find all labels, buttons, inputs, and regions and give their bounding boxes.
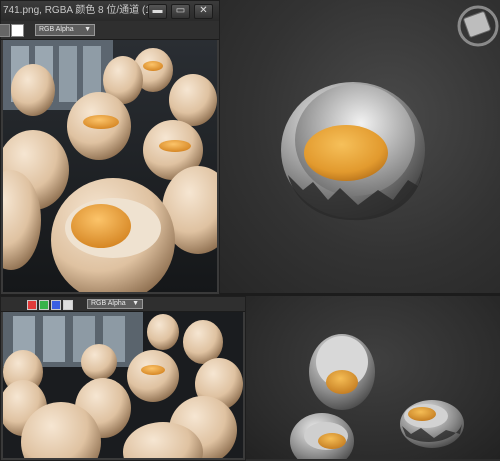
channel-select-2[interactable]: RGB Alpha ▼ xyxy=(87,299,143,309)
rendered-image xyxy=(3,40,217,292)
viewport-perspective-bottom[interactable] xyxy=(246,296,500,459)
render-egg-chairs-scene xyxy=(3,40,217,292)
render-egg-chairs-scene-2 xyxy=(3,312,243,458)
channel-select[interactable]: RGB Alpha ▼ xyxy=(35,24,95,36)
maximize-button[interactable]: ▭ xyxy=(171,4,190,19)
egg-chairs-group xyxy=(290,334,464,459)
chevron-down-icon: ▼ xyxy=(84,26,91,33)
egg-chair-model xyxy=(281,5,499,221)
rendered-frame-window-2[interactable]: RGB Alpha ▼ xyxy=(0,296,246,461)
frame-window-titlebar[interactable]: 741.png, RGBA 颜色 8 位/通道 (1:1) ▬ ▭ ✕ xyxy=(1,1,219,21)
rendered-image-2 xyxy=(3,312,243,458)
minimize-button[interactable]: ▬ xyxy=(148,4,167,19)
green-channel-icon[interactable] xyxy=(39,300,49,310)
toolbar-handle-icon[interactable] xyxy=(0,24,10,37)
color-swatch-icon[interactable] xyxy=(11,24,24,37)
viewport-perspective-top[interactable] xyxy=(218,0,500,296)
chevron-down-icon: ▼ xyxy=(132,300,139,307)
channel-select-value: RGB Alpha xyxy=(39,26,74,33)
window-title: 741.png, RGBA 颜色 8 位/通道 (1:1) xyxy=(3,5,163,16)
red-channel-icon[interactable] xyxy=(27,300,37,310)
channel-select-2-value: RGB Alpha xyxy=(91,300,126,307)
frame-toolbar-2: RGB Alpha ▼ xyxy=(1,297,245,312)
alpha-channel-icon[interactable] xyxy=(63,300,73,310)
close-button[interactable]: ✕ xyxy=(194,4,213,19)
frame-toolbar: RGB Alpha ▼ xyxy=(0,21,219,40)
rendered-frame-window[interactable]: 741.png, RGBA 颜色 8 位/通道 (1:1) ▬ ▭ ✕ RGB … xyxy=(0,0,220,295)
blue-channel-icon[interactable] xyxy=(51,300,61,310)
